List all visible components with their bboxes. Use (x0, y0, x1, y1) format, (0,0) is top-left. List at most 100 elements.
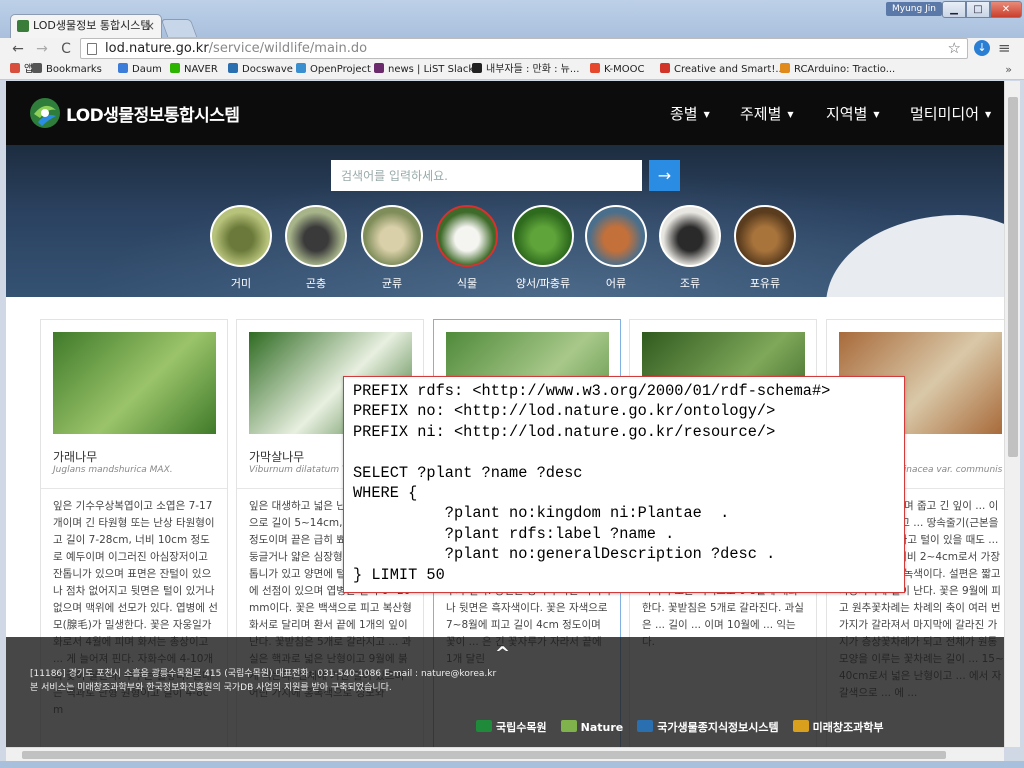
vertical-scroll-thumb[interactable] (1008, 97, 1018, 457)
category-label: 거미 (230, 277, 252, 290)
bookmark-item[interactable]: 내부자들 : 만화 : 뉴... (472, 60, 579, 80)
category-item[interactable]: 포유류 (733, 205, 797, 291)
bookmark-label: Creative and Smart!... (674, 64, 785, 75)
site-logo-text[interactable]: LOD생물정보통합시스템 (66, 101, 240, 126)
category-label: 조류 (679, 277, 701, 290)
scroll-up-icon[interactable]: ^ (495, 643, 510, 664)
reload-button[interactable]: C (56, 39, 76, 59)
tab-title: LOD생물정보 통합시스템 (33, 19, 151, 32)
footer-logo-text: Nature (580, 721, 624, 734)
nav-item[interactable]: 종별 ▼ (670, 103, 710, 124)
extension-download-icon[interactable]: ↓ (974, 40, 990, 56)
tab-close-icon[interactable]: × (145, 15, 155, 37)
bookmark-item[interactable]: NAVER (170, 60, 218, 80)
bookmarks-bar: 앱 Bookmarks Daum NAVER Docswave OpenProject ne… (0, 60, 1024, 80)
footer-logo[interactable]: 미래창조과학부 (792, 719, 884, 735)
fish-icon (585, 205, 647, 267)
category-item[interactable]: 균류 (360, 205, 424, 291)
category-item[interactable]: 조류 (658, 205, 722, 291)
category-item[interactable]: 거미 (209, 205, 273, 291)
category-label: 균류 (381, 277, 403, 290)
category-item[interactable]: 양서/파충류 (511, 205, 575, 291)
search-input[interactable] (331, 160, 642, 191)
nav-item-label: 멀티미디어 (910, 105, 980, 123)
footer-logo-mark-icon (637, 720, 654, 732)
bookmark-favicon-icon (296, 63, 306, 73)
species-photo[interactable] (53, 332, 216, 434)
category-item[interactable]: 곤충 (284, 205, 348, 291)
back-button[interactable]: ← (8, 39, 28, 59)
bird-icon (659, 205, 721, 267)
nav-item-label: 지역별 (826, 105, 868, 123)
bookmark-favicon-icon (228, 63, 238, 73)
site-header: LOD생물정보통합시스템 종별 ▼ 주제별 ▼ 지역별 ▼ 멀티미디어 ▼ (6, 81, 1004, 145)
site-footer: ^ [11186] 경기도 포천시 소흘읍 광릉수목원로 415 (국립수목원)… (6, 637, 1004, 747)
bookmark-item[interactable]: K-MOOC (590, 60, 644, 80)
footer-logo-text: 국립수목원 (496, 721, 547, 734)
footer-logos: 국립수목원 Nature 국가생물종지식정보시스템 미래창조과학부 (476, 719, 898, 735)
footer-logo-text: 국가생물종지식정보시스템 (657, 721, 779, 734)
sparql-query-box: PREFIX rdfs: <http://www.w3.org/2000/01/… (343, 376, 905, 593)
browser-tab[interactable]: LOD생물정보 통합시스템 × (10, 14, 162, 38)
footer-info: [11186] 경기도 포천시 소흘읍 광릉수목원로 415 (국립수목원) 대… (30, 667, 650, 695)
bookmark-item[interactable]: news | LiST Slack (374, 60, 474, 80)
species-name[interactable]: 가래나무 (53, 448, 97, 465)
bookmark-label: RCArduino: Tractio... (794, 64, 896, 75)
nav-item[interactable]: 지역별 ▼ (826, 103, 880, 124)
bookmark-favicon-icon (374, 63, 384, 73)
tab-favicon-icon (17, 20, 29, 32)
footer-logo[interactable]: Nature (560, 720, 624, 734)
dropdown-caret-icon: ▼ (985, 110, 992, 119)
flower-icon (436, 205, 498, 267)
bear-icon (734, 205, 796, 267)
browser-toolbar: ← → C lod.nature.go.kr/service/wildlife/… (0, 38, 1024, 60)
footer-logo[interactable]: 국가생물종지식정보시스템 (637, 719, 779, 735)
vertical-scrollbar[interactable] (1004, 81, 1020, 747)
profile-badge[interactable]: Myung Jin (886, 2, 942, 16)
window-close-button[interactable]: ✕ (990, 1, 1022, 18)
bookmark-favicon-icon (170, 63, 180, 73)
site-logo-icon[interactable] (28, 96, 62, 130)
window-minimize-button[interactable]: ▁ (942, 1, 966, 18)
footer-address: [11186] 경기도 포천시 소흘읍 광릉수목원로 415 (국립수목원) 대… (30, 669, 497, 679)
bookmark-favicon-icon (660, 63, 670, 73)
nav-item[interactable]: 주제별 ▼ (740, 103, 794, 124)
window-maximize-button[interactable]: □ (966, 1, 990, 18)
bookmark-label: news | LiST Slack (388, 64, 475, 75)
bookmark-favicon-icon (780, 63, 790, 73)
url-path: /service/wildlife/main.do (208, 41, 368, 56)
bookmark-label: Daum (132, 64, 162, 75)
bookmark-item[interactable]: Docswave (228, 60, 293, 80)
hero-banner: → 거미 곤충 균류 식물 양서/파충류 어류 조류 포유류 (6, 145, 1004, 297)
bookmark-item[interactable]: Daum (118, 60, 162, 80)
species-name[interactable]: 가막살나무 (249, 448, 304, 465)
footer-logo-text: 미래창조과학부 (812, 721, 884, 734)
footer-logo-mark-icon (476, 720, 492, 732)
bookmark-label: Docswave (242, 64, 293, 75)
footer-logo-mark-icon (792, 720, 809, 732)
bookmark-item[interactable]: Bookmarks (32, 60, 102, 80)
bookmark-item[interactable]: OpenProject (296, 60, 371, 80)
dropdown-caret-icon: ▼ (703, 110, 710, 119)
category-label: 식물 (456, 277, 478, 290)
browser-menu-icon[interactable]: ≡ (998, 39, 1011, 57)
horizontal-scrollbar[interactable] (6, 747, 1004, 761)
bookmark-favicon-icon (32, 63, 42, 73)
bookmark-item[interactable]: 앱 (10, 60, 33, 80)
new-tab-button[interactable] (160, 19, 198, 37)
horizontal-scroll-thumb[interactable] (22, 751, 946, 759)
forward-button[interactable]: → (32, 39, 52, 59)
bookmarks-overflow-icon[interactable]: » (1005, 60, 1012, 80)
search-button[interactable]: → (649, 160, 680, 191)
bookmark-label: Bookmarks (46, 64, 102, 75)
nav-item[interactable]: 멀티미디어 ▼ (910, 103, 991, 124)
mushroom-icon (361, 205, 423, 267)
bookmark-star-icon[interactable]: ☆ (948, 39, 961, 58)
bookmark-item[interactable]: Creative and Smart!... (660, 60, 785, 80)
category-item[interactable]: 식물 (435, 205, 499, 291)
bookmark-item[interactable]: RCArduino: Tractio... (780, 60, 895, 80)
footer-logo-mark-icon (560, 720, 577, 732)
category-item[interactable]: 어류 (584, 205, 648, 291)
address-bar[interactable]: lod.nature.go.kr/service/wildlife/main.d… (80, 38, 968, 59)
footer-logo[interactable]: 국립수목원 (476, 719, 547, 735)
